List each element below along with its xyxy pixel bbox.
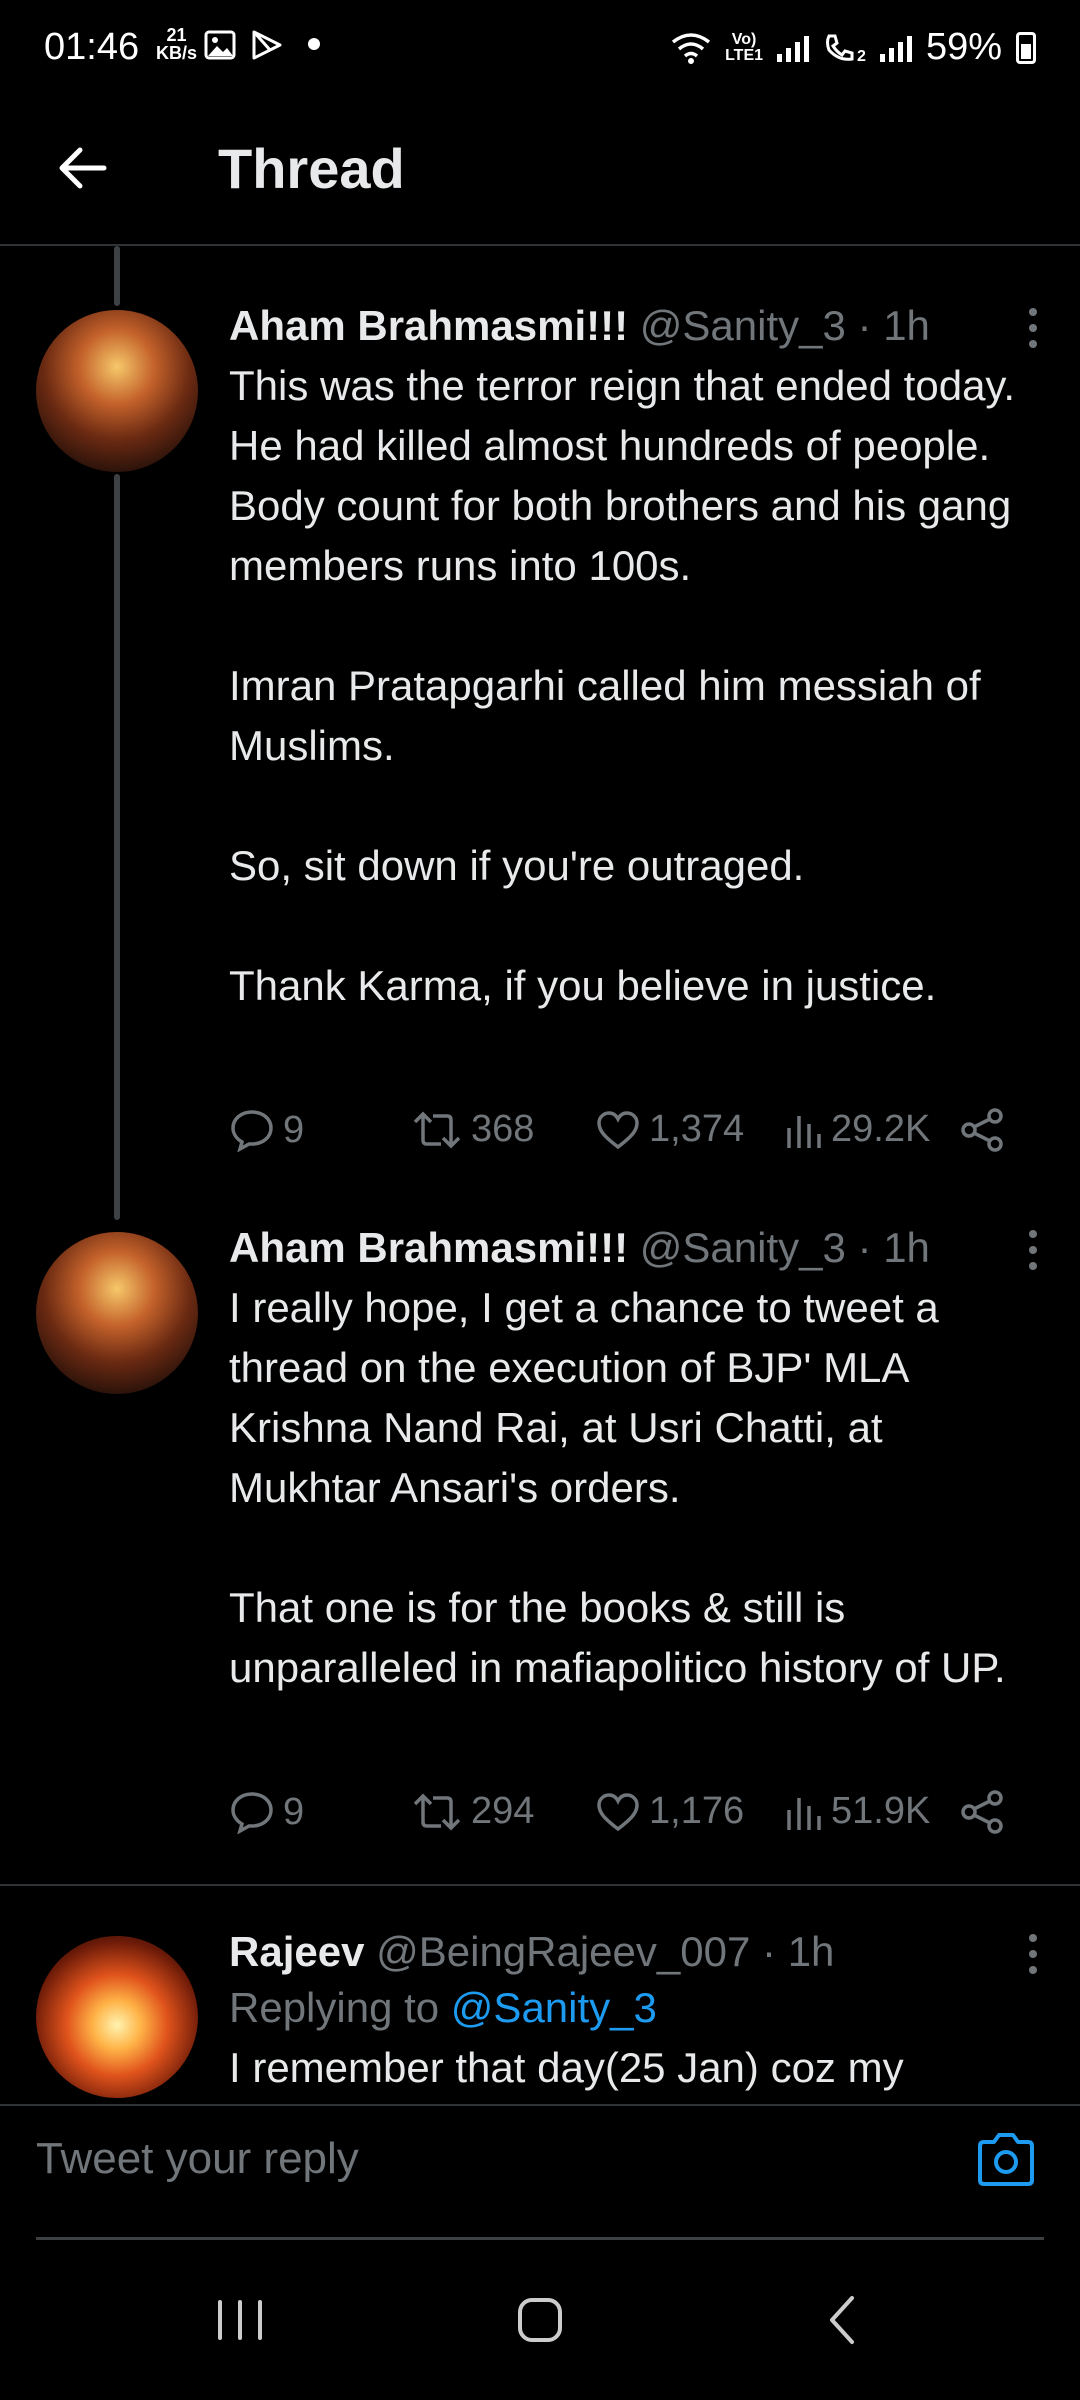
system-back-icon[interactable] (804, 2280, 884, 2360)
reply-button[interactable]: 9 (229, 1108, 304, 1152)
thread-connector (114, 246, 120, 306)
battery-icon (1016, 31, 1036, 64)
author-handle[interactable]: @Sanity_3 (640, 302, 846, 349)
battery-percent: 59% (925, 26, 1002, 68)
retweet-icon (413, 1793, 461, 1830)
replying-to-handle-link[interactable]: @Sanity_3 (451, 1984, 657, 2031)
network-speed: 21 KB/s (156, 25, 198, 63)
reply-button[interactable]: 9 (229, 1790, 304, 1834)
gallery-notification-icon (204, 30, 236, 60)
avatar[interactable] (36, 1936, 198, 2098)
tweet-text: I really hope, I get a chance to tweet a… (229, 1284, 1006, 1691)
share-icon (961, 1108, 1003, 1152)
reply-input[interactable] (36, 2134, 936, 2184)
signal-sim1-icon (777, 34, 810, 62)
tweet-actions: 9 294 1,176 51.9K (229, 1790, 1029, 1850)
reply-bubble-icon (231, 1110, 273, 1152)
thread-connector (114, 474, 120, 1220)
tweet-time: 1h (883, 302, 930, 349)
retweet-button[interactable]: 368 (411, 1108, 534, 1151)
tweet-time: 1h (787, 1928, 835, 1975)
camera-icon[interactable] (974, 2128, 1038, 2192)
recent-apps-icon[interactable] (200, 2280, 280, 2360)
tweet-actions: 9 368 1,374 29.2K (229, 1108, 1029, 1168)
tweet-meta: Aham Brahmasmi!!! @Sanity_3 · 1h (229, 302, 930, 349)
back-arrow-icon[interactable] (54, 138, 114, 198)
tweet-time: 1h (883, 1224, 930, 1271)
signal-sim2-icon (879, 34, 912, 62)
tweet-divider (0, 1884, 1080, 1886)
like-button[interactable]: 1,374 (595, 1108, 744, 1151)
sim2-label: 2 (857, 47, 866, 65)
views-button[interactable]: 51.9K (783, 1790, 930, 1833)
reply-bubble-icon (231, 1792, 273, 1834)
lte-indicator: Vo) LTE1 (725, 30, 764, 64)
author-handle[interactable]: @Sanity_3 (640, 1224, 846, 1271)
app-header: Thread (0, 100, 1080, 246)
tweet[interactable]: Rajeev @BeingRajeev_007 · 1h Replying to… (0, 1926, 1080, 2104)
replying-to: Replying to @Sanity_3 (229, 1984, 657, 2031)
home-icon[interactable] (500, 2280, 580, 2360)
page-title: Thread (218, 137, 405, 200)
avatar[interactable] (36, 310, 198, 472)
tweet-meta: Aham Brahmasmi!!! @Sanity_3 · 1h (229, 1224, 930, 1271)
heart-icon (597, 1110, 639, 1149)
status-time: 01:46 (44, 26, 140, 68)
more-options-icon[interactable] (1029, 308, 1041, 348)
author-name[interactable]: Rajeev (229, 1928, 364, 1975)
views-button[interactable]: 29.2K (783, 1108, 930, 1151)
like-button[interactable]: 1,176 (595, 1790, 744, 1833)
play-store-notification-icon (252, 30, 282, 60)
avatar[interactable] (36, 1232, 198, 1394)
wifi-calling-icon (826, 34, 854, 61)
share-icon (961, 1790, 1003, 1834)
reply-composer (0, 2104, 1080, 2240)
share-button[interactable] (959, 1108, 1005, 1152)
status-bar: 01:46 21 KB/s Vo) LTE1 2 59% (0, 0, 1080, 100)
tweet-text: This was the terror reign that ended tod… (229, 362, 1015, 1009)
notification-dot (308, 38, 320, 50)
author-name[interactable]: Aham Brahmasmi!!! (229, 1224, 628, 1271)
more-options-icon[interactable] (1029, 1230, 1041, 1270)
author-handle[interactable]: @BeingRajeev_007 (376, 1928, 750, 1975)
retweet-button[interactable]: 294 (411, 1790, 534, 1833)
author-name[interactable]: Aham Brahmasmi!!! (229, 302, 628, 349)
more-options-icon[interactable] (1029, 1934, 1041, 1974)
retweet-icon (413, 1111, 461, 1148)
system-nav-bar (0, 2240, 1080, 2400)
heart-icon (597, 1792, 639, 1831)
wifi-icon (672, 32, 711, 64)
share-button[interactable] (959, 1790, 1005, 1834)
analytics-bars-icon (787, 1115, 821, 1148)
analytics-bars-icon (787, 1797, 821, 1830)
tweet-meta: Rajeev @BeingRajeev_007 · 1h (229, 1928, 835, 1975)
tweet-text: I remember that day(25 Jan) coz my (229, 2044, 904, 2091)
